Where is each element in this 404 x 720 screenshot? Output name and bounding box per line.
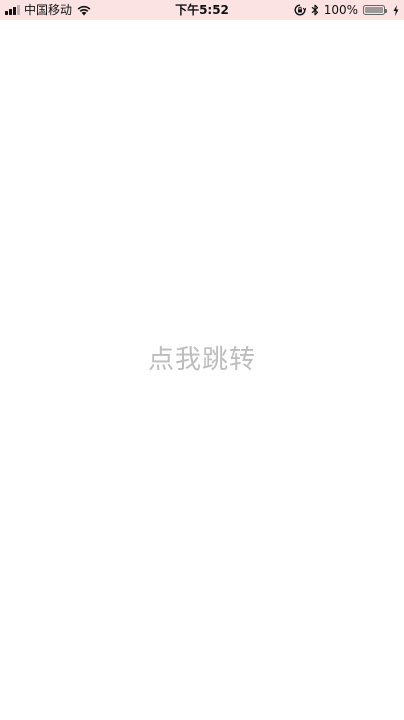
charging-bolt-icon: [393, 4, 399, 16]
battery-percentage: 100%: [323, 3, 358, 17]
status-bar-right: 100%: [294, 0, 399, 20]
bluetooth-icon: [311, 4, 318, 16]
jump-link[interactable]: 点我跳转: [0, 342, 404, 378]
rotation-lock-icon: [294, 4, 306, 16]
battery-icon: [363, 5, 387, 15]
status-bar: 中国移动 下午5:52 100%: [0, 0, 404, 20]
